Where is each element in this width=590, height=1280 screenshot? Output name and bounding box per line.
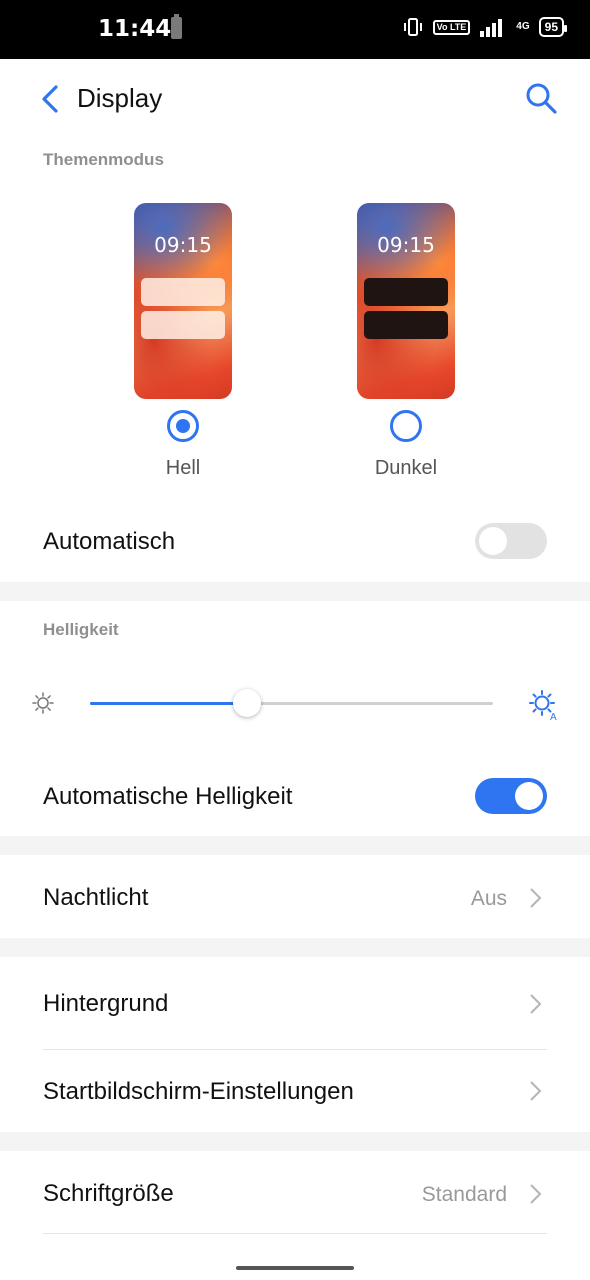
theme-mode-label: Themenmodus: [43, 150, 164, 169]
preview-notification: [364, 278, 448, 306]
night-light-row[interactable]: Nachtlicht Aus: [0, 855, 590, 938]
preview-notification: [141, 311, 225, 339]
preview-notification: [364, 311, 448, 339]
home-settings-label: Startbildschirm-Einstellungen: [43, 1078, 354, 1105]
font-size-row[interactable]: Schriftgröße Standard: [0, 1151, 590, 1233]
brightness-slider-thumb[interactable]: [233, 689, 262, 717]
brightness-auto-icon: A: [528, 689, 560, 726]
search-icon[interactable]: [524, 81, 558, 115]
night-light-value: Aus: [470, 887, 507, 910]
brightness-slider[interactable]: [90, 689, 493, 717]
auto-theme-label: Automatisch: [43, 528, 176, 555]
section-separator: [0, 836, 590, 855]
night-light-label: Nachtlicht: [43, 884, 149, 911]
brightness-slider-fill: [90, 702, 248, 705]
wallpaper-label: Hintergrund: [43, 990, 169, 1017]
preview-clock: 09:15: [154, 233, 212, 257]
font-size-value: Standard: [421, 1183, 507, 1206]
section-separator: [0, 1132, 590, 1151]
signal-icon: [479, 16, 507, 38]
section-separator: [0, 938, 590, 957]
preview-notification: [141, 278, 225, 306]
app-header: Display: [0, 59, 590, 139]
status-bar: 11:44 Vo LTE 4G 95: [0, 0, 590, 59]
volte-icon: Vo LTE: [432, 19, 471, 35]
wallpaper-row[interactable]: Hintergrund: [0, 957, 590, 1049]
brightness-low-icon: [32, 692, 54, 719]
auto-brightness-row[interactable]: Automatische Helligkeit: [0, 755, 590, 836]
chevron-left-icon[interactable]: [38, 81, 64, 117]
theme-preview-light[interactable]: 09:15: [134, 203, 232, 399]
svg-text:A: A: [550, 712, 557, 721]
theme-option-label-dark: Dunkel: [374, 457, 438, 479]
brightness-label: Helligkeit: [43, 620, 119, 639]
status-time: 11:44: [98, 16, 172, 42]
auto-theme-toggle[interactable]: [475, 523, 547, 559]
theme-preview-dark[interactable]: 09:15: [357, 203, 455, 399]
network-type-icon: 4G: [516, 21, 530, 32]
radio-dark[interactable]: [390, 410, 422, 442]
battery-icon: 95: [538, 17, 568, 37]
page-title: Display: [77, 83, 163, 113]
theme-option-label-light: Hell: [165, 457, 201, 479]
auto-theme-row[interactable]: Automatisch: [0, 500, 590, 582]
auto-brightness-toggle[interactable]: [475, 778, 547, 814]
home-settings-row[interactable]: Startbildschirm-Einstellungen: [0, 1050, 590, 1132]
battery-saver-icon: [171, 14, 182, 39]
radio-light[interactable]: [167, 410, 199, 442]
chevron-right-icon: [528, 1080, 542, 1102]
chevron-right-icon: [528, 887, 542, 909]
preview-clock: 09:15: [377, 233, 435, 257]
home-indicator[interactable]: [236, 1266, 354, 1270]
section-separator: [0, 582, 590, 601]
chevron-right-icon: [528, 993, 542, 1015]
chevron-right-icon: [528, 1183, 542, 1205]
font-size-label: Schriftgröße: [43, 1180, 174, 1207]
auto-brightness-label: Automatische Helligkeit: [43, 783, 293, 810]
vibrate-icon: [402, 16, 424, 38]
divider: [43, 1233, 547, 1234]
